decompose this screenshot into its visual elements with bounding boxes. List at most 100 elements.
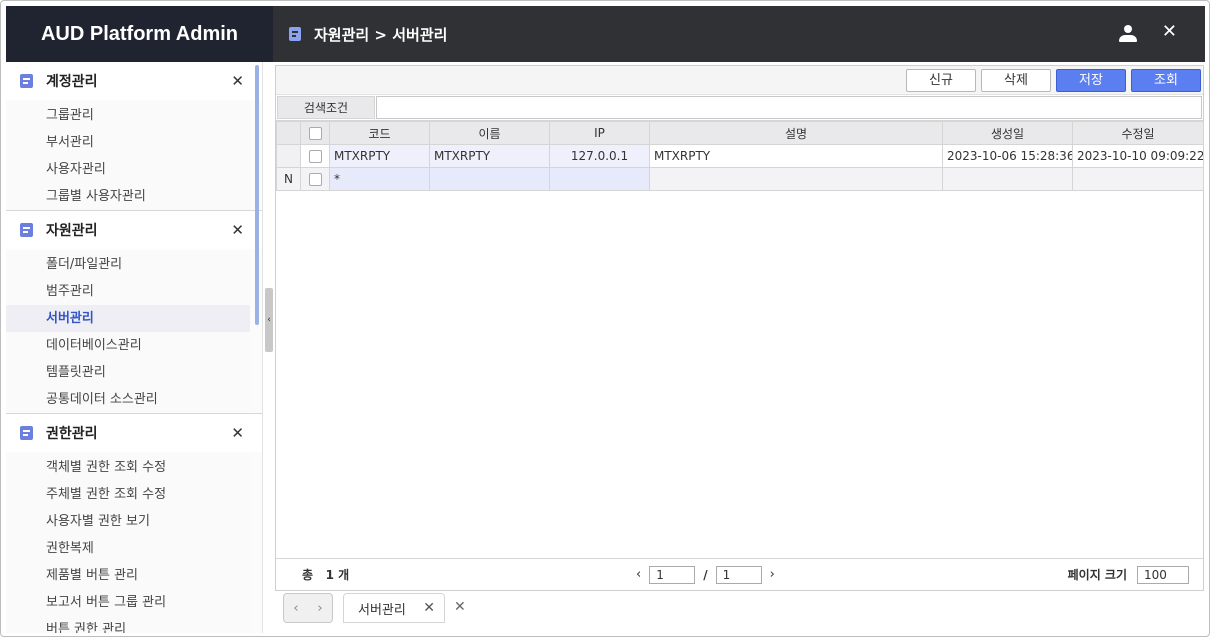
sidebar-group-account: 계정관리 ✕ 그룹관리 부서관리 사용자관리 그룹별 사용자관리 <box>6 62 262 211</box>
tab-bar: ‹ › 서버관리 ✕ ✕ <box>273 591 1205 633</box>
search-row: 검색조건 <box>276 94 1203 119</box>
cell-description[interactable]: MTXRPTY <box>649 144 943 168</box>
chevron-left-icon: ‹ <box>267 315 271 325</box>
sidebar-scrollbar[interactable] <box>255 65 259 325</box>
app-title: AUD Platform Admin <box>6 6 273 62</box>
column-header-description[interactable]: 설명 <box>649 121 943 145</box>
chevron-right-icon[interactable]: › <box>317 601 322 616</box>
sidebar-item-product-button[interactable]: 제품별 버튼 관리 <box>6 562 250 589</box>
row-checkbox[interactable] <box>308 173 322 186</box>
breadcrumb: 자원관리 > 서버관리 <box>314 25 448 44</box>
close-icon[interactable]: ✕ <box>231 424 244 442</box>
sidebar-group-header[interactable]: 자원관리 ✕ <box>6 211 262 249</box>
delete-button[interactable]: 삭제 <box>981 68 1051 92</box>
cell-description[interactable] <box>649 167 943 191</box>
cell-created[interactable] <box>942 167 1073 191</box>
sidebar-item-category[interactable]: 범주관리 <box>6 278 250 305</box>
tab-label: 서버관리 <box>358 602 406 618</box>
user-icon[interactable] <box>1119 25 1137 43</box>
sidebar-group-title: 계정관리 <box>46 74 98 90</box>
total-pages: 1 <box>715 565 762 584</box>
sidebar-item-object-perm[interactable]: 객체별 권한 조회 수정 <box>6 454 250 481</box>
close-icon[interactable]: ✕ <box>1162 21 1177 42</box>
new-button[interactable]: 신규 <box>906 68 976 92</box>
sidebar-item-user-perm[interactable]: 사용자별 권한 보기 <box>6 508 250 535</box>
sidebar-group-header[interactable]: 계정관리 ✕ <box>6 62 262 100</box>
sidebar-collapse-handle[interactable]: ‹ <box>265 288 273 352</box>
column-header-created[interactable]: 생성일 <box>942 121 1073 145</box>
toolbar: 신규 삭제 저장 조회 <box>276 66 1203 94</box>
search-label: 검색조건 <box>277 95 375 119</box>
cell-created[interactable]: 2023-10-06 15:28:36... <box>942 144 1073 168</box>
cell-name[interactable] <box>429 167 550 191</box>
cell-ip[interactable]: 127.0.0.1 <box>549 144 650 168</box>
page-separator: / <box>703 567 708 582</box>
document-icon <box>289 27 301 41</box>
sidebar-item-database[interactable]: 데이터베이스관리 <box>6 332 250 359</box>
cell-ip[interactable] <box>549 167 650 191</box>
sidebar-group-title: 자원관리 <box>46 223 98 239</box>
sidebar-item-server[interactable]: 서버관리 <box>6 305 250 332</box>
close-icon[interactable]: ✕ <box>231 221 244 239</box>
page-size-input[interactable]: 100 <box>1137 565 1189 584</box>
page-size-label: 페이지 크기 <box>1067 568 1127 582</box>
row-checkbox-cell[interactable] <box>300 144 330 168</box>
total-suffix: 개 <box>338 568 350 582</box>
cell-modified[interactable] <box>1072 167 1204 191</box>
main-content: 신규 삭제 저장 조회 검색조건 코드 이름 IP 설명 생성일 수정일 MTX… <box>275 65 1204 591</box>
row-checkbox-cell[interactable] <box>300 167 330 191</box>
select-all-cell[interactable] <box>300 121 330 145</box>
document-icon <box>20 223 33 237</box>
column-header-modified[interactable]: 수정일 <box>1072 121 1204 145</box>
page-size: 페이지 크기 100 <box>1067 565 1189 584</box>
sidebar-item-template[interactable]: 템플릿관리 <box>6 359 250 386</box>
grid-footer: 총 1 개 ‹ 1 / 1 › 페이지 크기 100 <box>276 558 1203 590</box>
total-value: 1 <box>325 568 334 582</box>
sidebar-item-button-perm[interactable]: 버튼 권한 관리 <box>6 616 250 633</box>
cell-modified[interactable]: 2023-10-10 09:09:22... <box>1072 144 1204 168</box>
current-page-input[interactable]: 1 <box>649 565 696 584</box>
tab-server-mgmt[interactable]: 서버관리 ✕ <box>343 593 445 623</box>
search-input[interactable] <box>376 95 1202 119</box>
query-button[interactable]: 조회 <box>1131 68 1201 92</box>
pager: ‹ 1 / 1 › <box>636 565 775 584</box>
chevron-left-icon[interactable]: ‹ <box>293 601 298 616</box>
new-row[interactable]: N * <box>276 167 1204 191</box>
sidebar-group-header[interactable]: 권한관리 ✕ <box>6 414 262 452</box>
new-row-marker: N <box>276 167 301 191</box>
chevron-right-icon[interactable]: › <box>770 567 775 582</box>
chevron-left-icon[interactable]: ‹ <box>636 567 641 582</box>
cell-code[interactable]: * <box>329 167 430 191</box>
close-all-tabs-icon[interactable]: ✕ <box>454 599 466 615</box>
sidebar-item-group-mgmt[interactable]: 그룹관리 <box>6 102 250 129</box>
close-icon[interactable]: ✕ <box>423 600 435 616</box>
close-icon[interactable]: ✕ <box>231 72 244 90</box>
row-header-cell <box>276 121 301 145</box>
column-header-ip[interactable]: IP <box>549 121 650 145</box>
sidebar-group-resource: 자원관리 ✕ 폴더/파일관리 범주관리 서버관리 데이터베이스관리 템플릿관리 … <box>6 211 262 414</box>
sidebar-item-common-datasource[interactable]: 공통데이터 소스관리 <box>6 386 250 413</box>
row-checkbox[interactable] <box>308 150 322 163</box>
column-header-name[interactable]: 이름 <box>429 121 550 145</box>
document-icon <box>20 426 33 440</box>
sidebar-item-folder-file[interactable]: 폴더/파일관리 <box>6 251 250 278</box>
app-window: AUD Platform Admin 계정관리 ✕ 그룹관리 부서관리 사용자관… <box>0 0 1210 637</box>
cell-name[interactable]: MTXRPTY <box>429 144 550 168</box>
sidebar-item-perm-copy[interactable]: 권한복제 <box>6 535 250 562</box>
sidebar-group-title: 권한관리 <box>46 426 98 442</box>
sidebar-item-dept-mgmt[interactable]: 부서관리 <box>6 129 250 156</box>
column-header-code[interactable]: 코드 <box>329 121 430 145</box>
server-grid: 코드 이름 IP 설명 생성일 수정일 MTXRPTY MTXRPTY 127.… <box>276 120 1204 558</box>
row-header <box>276 144 301 168</box>
select-all-checkbox[interactable] <box>308 127 322 140</box>
cell-code[interactable]: MTXRPTY <box>329 144 430 168</box>
sidebar-item-group-user-mgmt[interactable]: 그룹별 사용자관리 <box>6 183 250 210</box>
sidebar-group-permission: 권한관리 ✕ 객체별 권한 조회 수정 주체별 권한 조회 수정 사용자별 권한… <box>6 414 262 633</box>
save-button[interactable]: 저장 <box>1056 68 1126 92</box>
sidebar-item-subject-perm[interactable]: 주체별 권한 조회 수정 <box>6 481 250 508</box>
grid-header-row: 코드 이름 IP 설명 생성일 수정일 <box>276 121 1204 145</box>
table-row[interactable]: MTXRPTY MTXRPTY 127.0.0.1 MTXRPTY 2023-1… <box>276 144 1204 168</box>
sidebar-item-user-mgmt[interactable]: 사용자관리 <box>6 156 250 183</box>
total-prefix: 총 <box>302 568 314 582</box>
sidebar-item-report-button-group[interactable]: 보고서 버튼 그룹 관리 <box>6 589 250 616</box>
